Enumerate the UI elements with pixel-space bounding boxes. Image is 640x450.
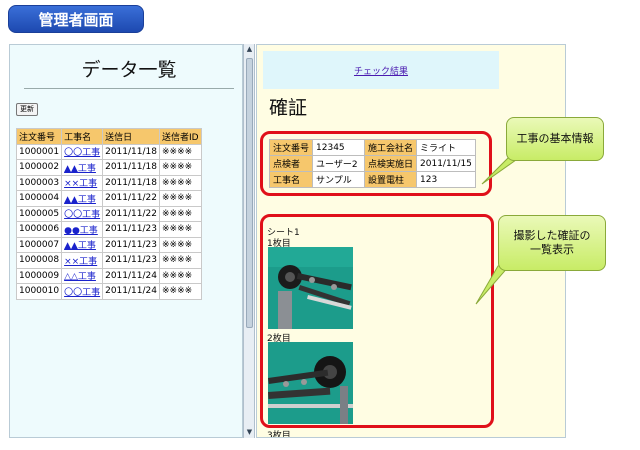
order-number-cell: 1000004 (15, 190, 63, 207)
scroll-down-arrow-icon[interactable]: ▼ (245, 428, 254, 437)
order-number-cell: 1000003 (15, 174, 63, 191)
table-row: 1000006 ●●工事 2011/11/23 ※※※※ (15, 221, 202, 238)
sender-id-cell: ※※※※ (158, 190, 202, 207)
table-row: 1000008 ××工事 2011/11/23 ※※※※ (15, 252, 202, 269)
data-list-pane: データ一覧 更新 注文番号 工事名 送信日 送信者ID 1000001 〇〇工事 2… (9, 44, 243, 438)
col-order-number: 注文番号 (15, 128, 63, 145)
basic-info-callout: 工事の基本情報 (506, 117, 604, 161)
work-name-link[interactable]: 〇〇工事 (61, 143, 104, 160)
work-name-link[interactable]: △△工事 (61, 267, 104, 284)
order-number-cell: 1000008 (15, 252, 63, 269)
table-row: 1000007 ▲▲工事 2011/11/23 ※※※※ (15, 236, 202, 253)
sender-id-cell: ※※※※ (158, 283, 202, 300)
sender-id-cell: ※※※※ (158, 221, 202, 238)
sender-id-cell: ※※※※ (158, 159, 202, 176)
sent-date-cell: 2011/11/22 (102, 190, 160, 207)
basic-info-callout-text: 工事の基本情報 (516, 132, 594, 145)
col-sent-date: 送信日 (102, 128, 160, 145)
admin-screen-title: 管理者画面 (8, 5, 144, 33)
order-number-cell: 1000009 (15, 267, 63, 284)
work-name-link[interactable]: ××工事 (61, 174, 104, 191)
orders-table: 注文番号 工事名 送信日 送信者ID 1000001 〇〇工事 2011/11/18… (15, 128, 202, 300)
work-name-link[interactable]: ●●工事 (61, 221, 104, 238)
sender-id-cell: ※※※※ (158, 143, 202, 160)
sender-id-cell: ※※※※ (158, 205, 202, 222)
col-sender-id: 送信者ID (158, 128, 202, 145)
data-list-heading: データ一覧 (24, 55, 234, 89)
check-result-link[interactable]: チェック結果 (354, 64, 408, 77)
order-number-cell: 1000005 (15, 205, 63, 222)
sent-date-cell: 2011/11/24 (102, 283, 160, 300)
scrollbar-thumb[interactable] (246, 58, 253, 328)
orders-header-row: 注文番号 工事名 送信日 送信者ID (15, 128, 202, 145)
work-name-link[interactable]: 〇〇工事 (61, 205, 104, 222)
table-row: 1000001 〇〇工事 2011/11/18 ※※※※ (15, 143, 202, 160)
work-name-link[interactable]: ▲▲工事 (61, 236, 104, 253)
order-number-cell: 1000002 (15, 159, 63, 176)
table-row: 1000010 〇〇工事 2011/11/24 ※※※※ (15, 283, 202, 300)
photo-list-callout-line2: 一覧表示 (530, 243, 574, 256)
basic-info-highlight (260, 131, 492, 196)
work-name-link[interactable]: ××工事 (61, 252, 104, 269)
left-pane-scrollbar[interactable]: ▲ ▼ (243, 44, 255, 438)
sent-date-cell: 2011/11/18 (102, 143, 160, 160)
order-number-cell: 1000007 (15, 236, 63, 253)
sent-date-cell: 2011/11/18 (102, 174, 160, 191)
sender-id-cell: ※※※※ (158, 236, 202, 253)
sent-date-cell: 2011/11/24 (102, 267, 160, 284)
screen: 管理者画面 データ一覧 更新 注文番号 工事名 送信日 送信者ID 100000… (0, 0, 640, 450)
photo-list-callout-line1: 撮影した確証の (513, 229, 591, 242)
photo-3-label: 3枚目 (267, 431, 291, 438)
sent-date-cell: 2011/11/23 (102, 221, 160, 238)
sender-id-cell: ※※※※ (158, 267, 202, 284)
evidence-heading: 確証 (269, 97, 308, 119)
table-row: 1000003 ××工事 2011/11/18 ※※※※ (15, 174, 202, 191)
work-name-link[interactable]: 〇〇工事 (61, 283, 104, 300)
table-row: 1000002 ▲▲工事 2011/11/18 ※※※※ (15, 159, 202, 176)
sent-date-cell: 2011/11/23 (102, 252, 160, 269)
order-number-cell: 1000001 (15, 143, 63, 160)
scroll-up-arrow-icon[interactable]: ▲ (245, 45, 254, 54)
sender-id-cell: ※※※※ (158, 252, 202, 269)
table-row: 1000005 〇〇工事 2011/11/22 ※※※※ (15, 205, 202, 222)
sent-date-cell: 2011/11/23 (102, 236, 160, 253)
photo-list-callout: 撮影した確証の 一覧表示 (498, 215, 606, 271)
sent-date-cell: 2011/11/22 (102, 205, 160, 222)
work-name-link[interactable]: ▲▲工事 (61, 159, 104, 176)
table-row: 1000009 △△工事 2011/11/24 ※※※※ (15, 267, 202, 284)
col-work-name: 工事名 (61, 128, 104, 145)
photo-list-highlight (260, 214, 494, 428)
sent-date-cell: 2011/11/18 (102, 159, 160, 176)
sender-id-cell: ※※※※ (158, 174, 202, 191)
refresh-button[interactable]: 更新 (16, 103, 38, 116)
table-row: 1000004 ▲▲工事 2011/11/22 ※※※※ (15, 190, 202, 207)
check-result-band: チェック結果 (263, 51, 499, 89)
work-name-link[interactable]: ▲▲工事 (61, 190, 104, 207)
order-number-cell: 1000010 (15, 283, 63, 300)
order-number-cell: 1000006 (15, 221, 63, 238)
